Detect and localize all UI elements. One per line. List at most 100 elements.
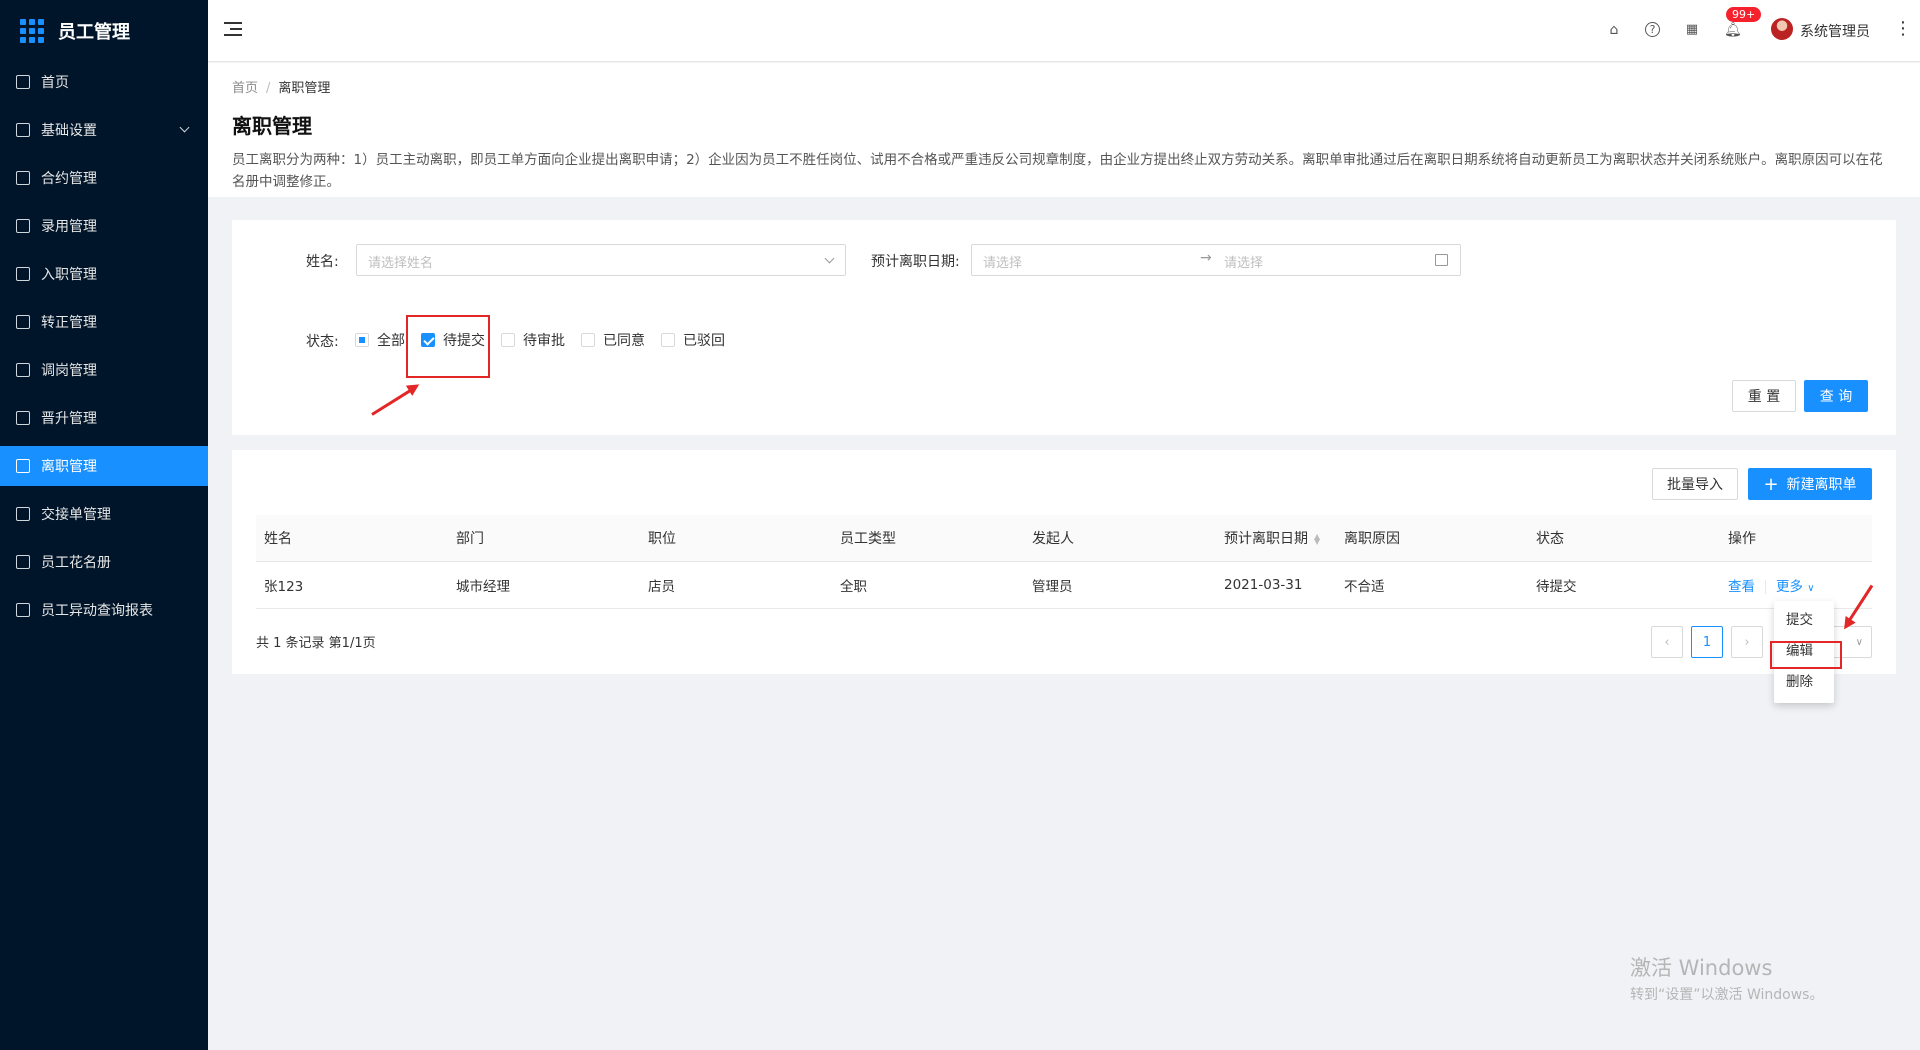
doc-icon	[16, 411, 30, 425]
chevron-down-icon	[824, 253, 835, 264]
next-page-button[interactable]: ›	[1731, 626, 1763, 658]
menu-fold-icon[interactable]	[224, 22, 242, 36]
batch-import-button[interactable]: 批量导入	[1652, 468, 1738, 500]
checkbox-label: 全部	[377, 333, 405, 349]
brand[interactable]: 员工管理	[0, 0, 208, 62]
sidebar-item-resignation[interactable]: 离职管理	[0, 446, 208, 486]
name-select[interactable]: 请选择姓名	[356, 244, 846, 276]
home-icon[interactable]: ⌂	[1606, 22, 1622, 38]
sidebar-item-label: 交接单管理	[41, 507, 111, 523]
chevron-down-icon	[179, 122, 190, 133]
breadcrumb-separator: /	[266, 81, 271, 96]
bell-icon[interactable]: 🔔︎	[1724, 22, 1742, 38]
checkbox[interactable]	[501, 333, 515, 347]
column-header-actions: 操作	[1728, 531, 1756, 547]
checkbox-indeterminate[interactable]	[355, 333, 369, 347]
date-start-placeholder[interactable]: 请选择	[983, 256, 1022, 271]
column-header-date[interactable]: 预计离职日期 ▲ ▼	[1216, 528, 1336, 548]
breadcrumb-current: 离职管理	[278, 81, 331, 96]
sidebar-item-home[interactable]: 首页	[0, 62, 208, 102]
status-label: 状态:	[306, 334, 339, 350]
sidebar-item-label: 晋升管理	[41, 411, 97, 427]
checkbox-label: 已同意	[603, 333, 645, 349]
breadcrumb: 首页 / 离职管理	[232, 77, 1896, 96]
more-vertical-icon[interactable]: ⋮	[1894, 18, 1912, 39]
annotation-highlight-box	[406, 315, 490, 378]
watermark-subtitle: 转到“设置”以激活 Windows。	[1630, 987, 1824, 1003]
menu-item-delete[interactable]: 删除	[1774, 667, 1834, 698]
more-dropdown-trigger[interactable]: 更多 ∨	[1776, 579, 1815, 595]
sidebar-menu: 首页 基础设置 合约管理 录用管理 入职管理 转正管理 调岗管理 晋升管理 离职…	[0, 62, 208, 630]
sidebar-item-basic-settings[interactable]: 基础设置	[0, 110, 208, 150]
new-resignation-button[interactable]: + 新建离职单	[1748, 468, 1872, 500]
sidebar-item-label: 首页	[41, 75, 69, 91]
sidebar-item-label: 基础设置	[41, 123, 97, 139]
checkbox[interactable]	[581, 333, 595, 347]
date-end-placeholder[interactable]: 请选择	[1224, 252, 1263, 271]
sidebar-item-handover[interactable]: 交接单管理	[0, 494, 208, 534]
status-checkbox-rejected[interactable]: 已驳回	[661, 330, 725, 350]
grid-icon	[16, 315, 30, 329]
cell-position: 店员	[648, 579, 675, 595]
home-icon	[16, 75, 30, 89]
column-header-department: 部门	[456, 531, 484, 547]
sidebar-item-hiring[interactable]: 录用管理	[0, 206, 208, 246]
avatar[interactable]	[1771, 18, 1793, 40]
cell-initiator: 管理员	[1032, 579, 1073, 595]
checkbox-label: 待审批	[523, 333, 565, 349]
cell-date: 2021-03-31	[1224, 577, 1303, 593]
sidebar-item-label: 调岗管理	[41, 363, 97, 379]
user-icon	[16, 363, 30, 377]
arrow-right-icon: →	[1200, 250, 1212, 266]
reset-button[interactable]: 重 置	[1732, 380, 1796, 412]
column-header-name: 姓名	[264, 531, 292, 547]
sidebar-item-label: 离职管理	[41, 459, 97, 475]
windows-activation-watermark: 激活 Windows 转到“设置”以激活 Windows。	[1630, 952, 1823, 1004]
new-resignation-label: 新建离职单	[1786, 477, 1857, 493]
page-header: 首页 / 离职管理 离职管理 员工离职分为两种：1）员工主动离职，即员工单方面向企业…	[208, 63, 1920, 197]
column-header-status: 状态	[1536, 531, 1564, 547]
date-range-picker[interactable]: 请选择 → 请选择	[971, 244, 1461, 276]
status-checkbox-approved[interactable]: 已同意	[581, 330, 645, 350]
sidebar-item-contracts[interactable]: 合约管理	[0, 158, 208, 198]
status-checkbox-all[interactable]: 全部	[355, 330, 405, 350]
table-panel: 批量导入 + 新建离职单 姓名 部门 职位 员工类型 发起人 预计离职日期 ▲ ▼ 离…	[232, 450, 1896, 674]
page-title: 离职管理	[232, 114, 312, 138]
calendar-icon	[1435, 254, 1448, 266]
report-icon	[16, 603, 30, 617]
query-button[interactable]: 查 询	[1804, 380, 1868, 412]
sidebar: 员工管理 首页 基础设置 合约管理 录用管理 入职管理 转正管理 调岗管理 晋升…	[0, 0, 208, 1050]
sort-icon[interactable]: ▲ ▼	[1314, 533, 1320, 546]
divider	[1765, 580, 1766, 594]
breadcrumb-home[interactable]: 首页	[232, 81, 258, 96]
sidebar-item-onboarding[interactable]: 入职管理	[0, 254, 208, 294]
cell-reason: 不合适	[1344, 579, 1385, 595]
sidebar-item-regularization[interactable]: 转正管理	[0, 302, 208, 342]
sidebar-item-label: 员工花名册	[41, 555, 111, 571]
sidebar-item-transfer[interactable]: 调岗管理	[0, 350, 208, 390]
cell-employee-type: 全职	[840, 579, 867, 595]
help-icon[interactable]: ?	[1645, 22, 1660, 37]
apps-icon[interactable]: ▦	[1684, 22, 1700, 38]
sidebar-item-roster[interactable]: 员工花名册	[0, 542, 208, 582]
column-header-employee-type: 员工类型	[840, 531, 896, 547]
status-checkbox-pending-approval[interactable]: 待审批	[501, 330, 565, 350]
prev-page-button[interactable]: ‹	[1651, 626, 1683, 658]
menu-item-submit[interactable]: 提交	[1774, 605, 1834, 636]
watermark-title: 激活 Windows	[1630, 956, 1773, 980]
sidebar-item-promotion[interactable]: 晋升管理	[0, 398, 208, 438]
record-summary: 共 1 条记录 第1/1页	[256, 636, 376, 651]
apps-grid-logo-icon	[20, 19, 44, 43]
checkbox[interactable]	[661, 333, 675, 347]
username[interactable]: 系统管理员	[1800, 21, 1870, 41]
app-title: 员工管理	[58, 22, 130, 43]
sidebar-item-change-report[interactable]: 员工异动查询报表	[0, 590, 208, 630]
page-button-1[interactable]: 1	[1691, 626, 1723, 658]
top-header: ⌂ ? ▦ 🔔︎ 99+ 系统管理员 ⋮	[208, 0, 1920, 62]
column-header-reason: 离职原因	[1344, 531, 1400, 547]
column-header-position: 职位	[648, 531, 676, 547]
table-icon	[16, 219, 30, 233]
column-header-date-label: 预计离职日期	[1224, 531, 1308, 547]
column-header-initiator: 发起人	[1032, 531, 1074, 547]
view-link[interactable]: 查看	[1728, 579, 1755, 595]
